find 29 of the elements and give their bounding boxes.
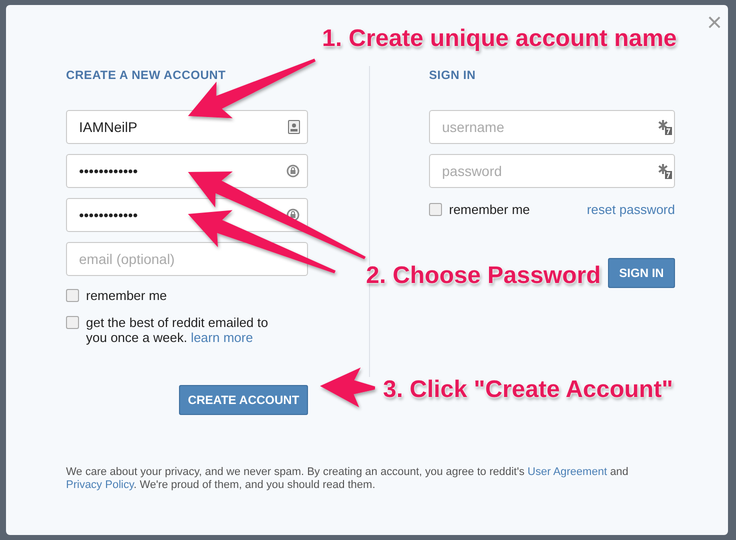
privacy-policy-link[interactable]: Privacy Policy — [66, 479, 134, 491]
annotation-text: 1. Create unique account name — [322, 25, 677, 53]
checkbox-label: remember me — [86, 288, 168, 303]
annotation-text: 2. Choose Password — [366, 262, 601, 290]
sign-in-button[interactable]: SIGN IN — [608, 258, 675, 288]
section-heading: SIGN IN — [429, 67, 477, 84]
reset-password-link[interactable]: reset password — [586, 200, 675, 220]
user-agreement-link[interactable]: User Agreement — [528, 466, 607, 478]
checkbox[interactable] — [66, 316, 79, 329]
privacy-notice: We care about your privacy, and we never spam. By creating an account, you agree to reddit's User Agreement and Privacy Policy. We're proud of them, and you should read them. — [66, 466, 630, 492]
annotation-arrow — [320, 368, 376, 408]
password-field[interactable]: •••••••••••• — [66, 154, 308, 188]
annotation-text: 3. Click "Create Account" — [383, 376, 673, 404]
close-button[interactable]: × — [706, 9, 722, 35]
username-field[interactable]: IAMNeilP — [66, 110, 308, 144]
lock-refresh-icon — [286, 164, 300, 178]
checkbox-label: remember me — [449, 201, 530, 219]
checkbox[interactable] — [66, 289, 79, 302]
email-field[interactable]: email (optional) — [66, 242, 308, 276]
password-field[interactable]: password — [429, 154, 675, 188]
section-heading: CREATE A NEW ACCOUNT — [66, 67, 227, 84]
username-field[interactable]: username — [429, 110, 675, 144]
learn-more-link[interactable]: learn more — [190, 330, 253, 345]
contact-card-icon — [288, 120, 300, 134]
create-account-button[interactable]: CREATE ACCOUNT — [179, 385, 308, 415]
checkbox-label: get the best of reddit emailed to you once a week. learn more — [86, 315, 270, 345]
asterisk-key-icon — [658, 163, 672, 179]
checkbox[interactable] — [429, 203, 442, 216]
asterisk-key-icon — [658, 119, 672, 135]
